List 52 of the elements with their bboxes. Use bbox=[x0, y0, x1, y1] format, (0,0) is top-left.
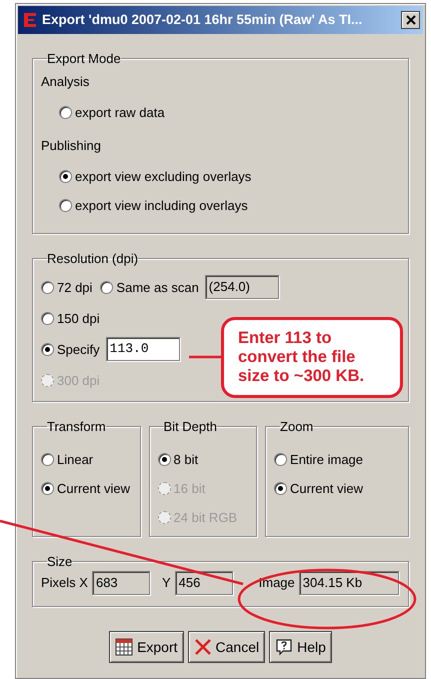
readout-field: 304.15 Kb bbox=[298, 571, 399, 595]
radio-button[interactable] bbox=[41, 312, 54, 324]
dialog-button[interactable]: Help bbox=[269, 631, 332, 663]
readout-field: 456 bbox=[174, 571, 233, 595]
section-heading: Analysis bbox=[41, 75, 90, 88]
radio-label[interactable]: 150 dpi bbox=[57, 312, 100, 324]
radio-button[interactable] bbox=[41, 342, 54, 356]
readout-field: (254.0) bbox=[204, 275, 279, 299]
radio-button[interactable] bbox=[274, 453, 288, 466]
radio-button[interactable] bbox=[59, 170, 72, 183]
radio-button[interactable] bbox=[41, 482, 54, 495]
dialog-button[interactable]: Export bbox=[109, 631, 184, 663]
field-label: Y bbox=[162, 574, 171, 592]
leader-line bbox=[189, 356, 221, 358]
table-icon bbox=[115, 638, 134, 656]
field-label: Pixels X bbox=[41, 574, 88, 592]
radio-label[interactable]: export view excluding overlays bbox=[75, 170, 252, 183]
cross-icon bbox=[194, 638, 212, 656]
input-field[interactable]: 113.0 bbox=[106, 337, 180, 361]
group-title: Transform bbox=[47, 420, 106, 433]
callout: Enter 113 to convert the file size to ~300 KB. bbox=[221, 317, 403, 398]
radio-button[interactable] bbox=[274, 482, 288, 495]
radio-button[interactable] bbox=[59, 106, 72, 119]
readout-field: 683 bbox=[92, 571, 150, 595]
radio-label[interactable]: Current view bbox=[57, 482, 130, 495]
group-title: Zoom bbox=[280, 420, 314, 433]
section-heading: Publishing bbox=[41, 139, 102, 152]
radio-label[interactable]: 8 bit bbox=[174, 453, 198, 466]
group-title: Export Mode bbox=[47, 52, 121, 65]
radio-label[interactable]: Entire image bbox=[290, 453, 364, 466]
radio-label[interactable]: Specify bbox=[57, 342, 100, 356]
field-label: Image bbox=[258, 574, 295, 592]
radio-button[interactable] bbox=[41, 453, 54, 466]
app-icon bbox=[21, 11, 39, 29]
radio-button[interactable] bbox=[100, 280, 114, 294]
group-title: Bit Depth bbox=[164, 420, 217, 433]
window-title: Export 'dmu0 2007-02-01 16hr 55min (Raw' As TI... bbox=[42, 10, 364, 29]
radio-button[interactable] bbox=[59, 199, 72, 212]
radio-label[interactable]: 72 dpi bbox=[57, 280, 92, 294]
radio-button[interactable] bbox=[158, 453, 171, 466]
radio-label[interactable]: export view including overlays bbox=[75, 199, 248, 212]
dialog-button[interactable]: Cancel bbox=[188, 631, 266, 663]
close-button[interactable] bbox=[401, 11, 420, 29]
radio-label[interactable]: Linear bbox=[57, 453, 94, 466]
radio-label[interactable]: Same as scan bbox=[116, 280, 199, 294]
close-icon bbox=[406, 15, 416, 25]
radio-label[interactable]: export raw data bbox=[75, 106, 165, 119]
group-title: Resolution (dpi) bbox=[47, 252, 138, 265]
radio-button[interactable] bbox=[41, 280, 54, 294]
help-icon bbox=[275, 638, 294, 656]
group-title: Size bbox=[47, 555, 72, 568]
radio-label[interactable]: Current view bbox=[290, 482, 363, 495]
